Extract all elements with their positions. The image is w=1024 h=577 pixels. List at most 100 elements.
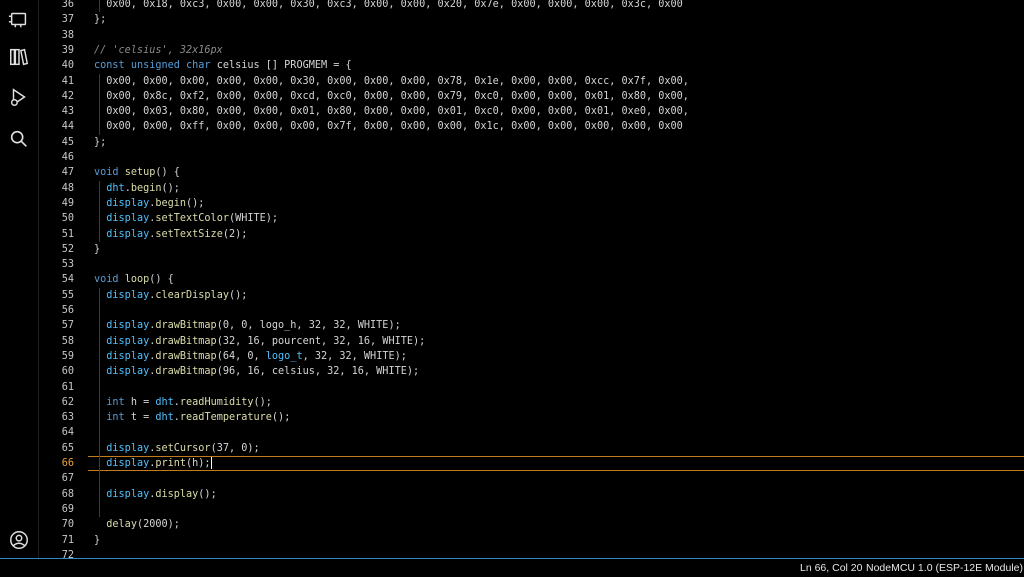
line-number: 59 <box>61 350 74 362</box>
code-line[interactable]: 70 delay(2000); <box>38 517 1024 532</box>
line-number: 49 <box>61 197 74 209</box>
code-line[interactable]: 44 0x00, 0x00, 0xff, 0x00, 0x00, 0x00, 0… <box>38 119 1024 134</box>
code-line[interactable]: 56 <box>38 303 1024 318</box>
code-text: display.drawBitmap(0, 0, logo_h, 32, 32,… <box>106 320 401 332</box>
code-line[interactable]: 61 <box>38 380 1024 395</box>
code-line[interactable]: 40 const unsigned char celsius [] PROGMEM… <box>38 58 1024 73</box>
line-number: 42 <box>61 90 74 102</box>
code-text: void setup() { <box>94 167 180 179</box>
code-line[interactable]: 72 <box>38 548 1024 558</box>
code-text: display.drawBitmap(96, 16, celsius, 32, … <box>106 366 420 378</box>
code-line[interactable]: 48 dht.begin(); <box>38 181 1024 196</box>
code-line[interactable]: 68 display.display(); <box>38 487 1024 502</box>
code-line[interactable]: 42 0x00, 0x8c, 0xf2, 0x00, 0x00, 0xcd, 0… <box>38 89 1024 104</box>
line-number: 40 <box>61 60 74 72</box>
code-line[interactable]: 63 int t = dht.readTemperature(); <box>38 410 1024 425</box>
cursor-position[interactable]: Ln 66, Col 20 <box>800 562 862 574</box>
code-line[interactable]: 50 display.setTextColor(WHITE); <box>38 211 1024 226</box>
code-line[interactable]: 54 void loop() { <box>38 272 1024 287</box>
code-text: display.setCursor(37, 0); <box>106 442 260 454</box>
activity-bar <box>0 0 39 558</box>
line-number: 61 <box>61 381 74 393</box>
line-number: 50 <box>61 213 74 225</box>
indent-guide <box>99 73 100 135</box>
account-icon[interactable] <box>0 521 38 559</box>
line-number: 51 <box>61 228 74 240</box>
code-editor[interactable]: 36 0x00, 0x18, 0xc3, 0x00, 0x00, 0x30, 0… <box>38 0 1024 558</box>
code-text: 0x00, 0x18, 0xc3, 0x00, 0x00, 0x30, 0xc3… <box>94 0 683 10</box>
code-line[interactable]: 60 display.drawBitmap(96, 16, celsius, 3… <box>38 364 1024 379</box>
code-line[interactable]: 62 int h = dht.readHumidity(); <box>38 395 1024 410</box>
code-text: void loop() { <box>94 274 174 286</box>
code-line[interactable]: 51 display.setTextSize(2); <box>38 227 1024 242</box>
code-text: 0x00, 0x03, 0x80, 0x00, 0x00, 0x01, 0x80… <box>94 106 689 118</box>
code-line[interactable]: 64 <box>38 425 1024 440</box>
line-number: 68 <box>61 488 74 500</box>
code-line[interactable]: 59 display.drawBitmap(64, 0, logo_t, 32,… <box>38 349 1024 364</box>
code-line[interactable]: 46 <box>38 150 1024 165</box>
code-line[interactable]: 66 display.print(h); <box>38 456 1024 471</box>
line-number: 71 <box>61 534 74 546</box>
code-text: display.drawBitmap(64, 0, logo_t, 32, 32… <box>106 350 407 362</box>
line-number: 70 <box>61 519 74 531</box>
code-text: }; <box>94 14 107 26</box>
code-text: display.print(h); <box>106 457 212 469</box>
code-line[interactable]: 67 <box>38 471 1024 486</box>
code-line[interactable]: 52} <box>38 242 1024 257</box>
line-number: 57 <box>61 320 74 332</box>
code-text: display.setTextSize(2); <box>106 228 248 240</box>
code-text: }; <box>94 136 107 148</box>
line-number: 45 <box>61 136 74 148</box>
line-number: 37 <box>61 14 74 26</box>
line-number: 47 <box>61 167 74 179</box>
status-bar: Ln 66, Col 20 NodeMCU 1.0 (ESP-12E Modul… <box>0 558 1024 577</box>
code-text: int h = dht.readHumidity(); <box>106 396 272 408</box>
code-line[interactable]: 47 void setup() { <box>38 165 1024 180</box>
line-number: 39 <box>61 44 74 56</box>
code-line[interactable]: 39 // 'celsius', 32x16px <box>38 43 1024 58</box>
indent-guide <box>99 0 100 13</box>
line-number: 55 <box>61 289 74 301</box>
code-text: display.display(); <box>106 488 217 500</box>
line-number: 56 <box>61 305 74 316</box>
code-line[interactable]: 57 display.drawBitmap(0, 0, logo_h, 32, … <box>38 318 1024 333</box>
indent-guide <box>99 180 100 242</box>
code-line[interactable]: 71} <box>38 533 1024 548</box>
line-number: 65 <box>61 442 74 454</box>
code-line[interactable]: 41 0x00, 0x00, 0x00, 0x00, 0x00, 0x30, 0… <box>38 74 1024 89</box>
line-number: 43 <box>61 106 74 118</box>
code-text: 0x00, 0x00, 0x00, 0x00, 0x00, 0x30, 0x00… <box>94 75 689 87</box>
debug-icon[interactable] <box>0 78 38 116</box>
code-text: display.setTextColor(WHITE); <box>106 213 279 225</box>
code-text: delay(2000); <box>106 519 180 531</box>
board-icon[interactable] <box>0 0 38 38</box>
code-text: } <box>94 243 101 255</box>
line-number: 44 <box>61 121 74 133</box>
board-selector[interactable]: NodeMCU 1.0 (ESP-12E Module) on C <box>866 562 1024 574</box>
text-cursor <box>210 457 212 469</box>
search-icon[interactable] <box>0 120 38 158</box>
line-number: 48 <box>61 182 74 194</box>
line-number: 62 <box>61 396 74 408</box>
code-line[interactable]: 45}; <box>38 135 1024 150</box>
code-line[interactable]: 65 display.setCursor(37, 0); <box>38 441 1024 456</box>
library-icon[interactable] <box>0 38 38 76</box>
line-number: 52 <box>61 243 74 255</box>
code-line[interactable]: 49 display.begin(); <box>38 196 1024 211</box>
code-text: const unsigned char celsius [] PROGMEM =… <box>94 60 352 72</box>
line-number: 36 <box>61 0 74 10</box>
code-line[interactable]: 55 display.clearDisplay(); <box>38 288 1024 303</box>
code-line[interactable]: 69 <box>38 502 1024 517</box>
line-number: 41 <box>61 75 74 87</box>
code-line[interactable]: 37}; <box>38 12 1024 27</box>
line-number: 67 <box>61 473 74 485</box>
line-number: 54 <box>61 274 74 286</box>
code-line[interactable]: 43 0x00, 0x03, 0x80, 0x00, 0x00, 0x01, 0… <box>38 104 1024 119</box>
code-line[interactable]: 58 display.drawBitmap(32, 16, pourcent, … <box>38 334 1024 349</box>
code-line[interactable]: 53 <box>38 257 1024 272</box>
line-number: 38 <box>61 29 74 41</box>
code-text: // 'celsius', 32x16px <box>94 44 223 56</box>
code-line[interactable]: 38 <box>38 28 1024 43</box>
code-line[interactable]: 36 0x00, 0x18, 0xc3, 0x00, 0x00, 0x30, 0… <box>38 0 1024 12</box>
code-text: int t = dht.readTemperature(); <box>106 412 291 424</box>
